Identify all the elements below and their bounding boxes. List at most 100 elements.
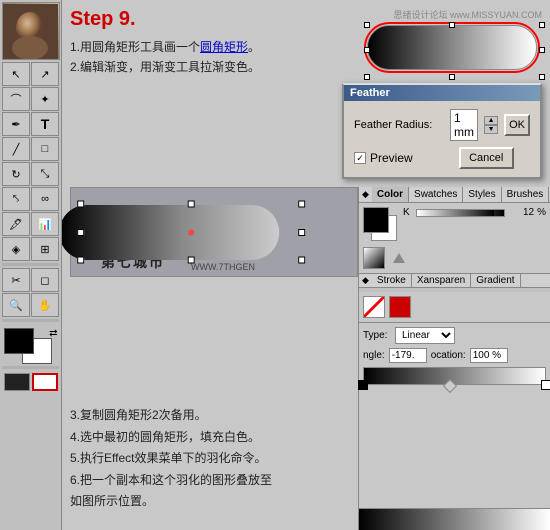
color-panel-arrow[interactable]: ◆	[359, 187, 372, 202]
tool-grid: ↖ ↗ ⌒ ✦ ✒ T ╱ □ ↻ ⤡ ⤣ ∞ 🖋 📊 ◈ ⊞	[2, 62, 59, 261]
foreground-color-swatch[interactable]	[4, 328, 34, 354]
right-panels: ◆ Color Swatches Styles Brushes K	[358, 187, 550, 399]
gradient-small-row	[363, 247, 546, 269]
stroke-arrow[interactable]: ◆	[359, 274, 372, 287]
instruction-line-6: 6.把一个副本和这个羽化的图形叠放至	[70, 470, 350, 492]
fill-indicator	[4, 373, 30, 391]
scale-tool[interactable]: ⤡	[31, 162, 59, 186]
gradient-tool[interactable]: ◈	[2, 237, 30, 261]
tab-color[interactable]: Color	[372, 187, 409, 202]
gradient-type-select[interactable]: Linear	[395, 327, 455, 344]
fg-swatch-small[interactable]	[363, 207, 389, 233]
radius-spinner[interactable]: ▲ ▼	[484, 116, 498, 134]
direct-select-tool[interactable]: ↗	[31, 62, 59, 86]
k-value: 12	[508, 207, 534, 218]
spinner-down[interactable]: ▼	[484, 125, 498, 134]
instruction-line-5: 5.执行Effect效果菜单下的羽化命令。	[70, 448, 350, 470]
gradient-type-row: Type: Linear	[363, 327, 546, 344]
tab-styles[interactable]: Styles	[463, 187, 501, 202]
instruction-line-1: 1.用圆角矩形工具画一个圆角矩形。	[70, 37, 354, 57]
eyedropper-tool[interactable]: 🖋	[2, 212, 30, 236]
blend-tool[interactable]: ∞	[31, 187, 59, 211]
stroke-panel-tabs: ◆ Stroke Xansparen Gradient	[359, 274, 550, 288]
none-swatch[interactable]	[363, 296, 385, 318]
hand-tool[interactable]: ✋	[31, 293, 59, 317]
angle-input[interactable]	[389, 348, 427, 363]
swap-colors-icon[interactable]: ⇄	[49, 328, 57, 339]
handle-tm[interactable]	[188, 201, 195, 208]
zoom-tool[interactable]: 🔍	[2, 293, 30, 317]
k-label: K	[403, 207, 413, 218]
preview-checkbox-row: ✓ Preview	[354, 151, 413, 165]
selection-handles	[77, 201, 305, 264]
tab-swatches[interactable]: Swatches	[409, 187, 463, 202]
anchor-br	[539, 74, 545, 80]
rotate-tool[interactable]: ↻	[2, 162, 30, 186]
anchor-tl	[364, 22, 370, 28]
preview-rounded-rect	[367, 25, 537, 70]
top-section: Step 9. 1.用圆角矩形工具画一个圆角矩形。 2.编辑渐变，用渐变工具拉渐…	[62, 0, 550, 183]
warp-tool[interactable]: ⤣	[2, 187, 30, 211]
rect-tool[interactable]: □	[31, 137, 59, 161]
main-content: Step 9. 1.用圆角矩形工具画一个圆角矩形。 2.编辑渐变，用渐变工具拉渐…	[62, 0, 550, 530]
select-tool[interactable]: ↖	[2, 62, 30, 86]
percent-label: %	[537, 207, 546, 218]
gradient-panel: Type: Linear ngle: ocation:	[359, 323, 550, 399]
en-watermark: WWW.7THGEN	[191, 262, 255, 272]
tab-brushes[interactable]: Brushes	[502, 187, 550, 202]
color-panel-content: K 12 %	[359, 203, 550, 274]
gradient-bar-container	[363, 367, 546, 385]
step-instructions: 1.用圆角矩形工具画一个圆角矩形。 2.编辑渐变，用渐变工具拉渐变色。	[70, 37, 354, 78]
handle-br[interactable]	[298, 257, 305, 264]
spinner-up[interactable]: ▲	[484, 116, 498, 125]
handle-tr[interactable]	[298, 201, 305, 208]
gradient-stop-white[interactable]	[541, 380, 550, 390]
gradient-display	[358, 399, 550, 530]
instruction-line-6b: 如图所示位置。	[70, 491, 350, 513]
pen-tool[interactable]: ✒	[2, 112, 30, 136]
preview-row: ✓ Preview Cancel	[354, 147, 530, 169]
color-sliders: K 12 %	[403, 207, 546, 220]
preview-shape-container	[367, 25, 542, 77]
tab-transparency[interactable]: Xansparen	[412, 274, 471, 287]
dialog-title: Feather	[350, 87, 390, 99]
dialog-titlebar: Feather	[344, 85, 540, 101]
scissors-tool[interactable]: ✂	[2, 268, 30, 292]
handle-tl[interactable]	[77, 201, 84, 208]
location-input[interactable]	[470, 348, 508, 363]
k-slider[interactable]	[416, 209, 505, 217]
handle-mr[interactable]	[298, 229, 305, 236]
handle-ml[interactable]	[77, 229, 84, 236]
preview-checkbox[interactable]: ✓	[354, 152, 366, 164]
lasso-tool[interactable]: ⌒	[2, 87, 30, 111]
tab-stroke[interactable]: Stroke	[372, 274, 412, 287]
mesh-tool[interactable]: ⊞	[31, 237, 59, 261]
cancel-button[interactable]: Cancel	[459, 147, 514, 169]
instruction-line-3: 3.复制圆角矩形2次备用。	[70, 405, 350, 427]
preview-label: Preview	[370, 151, 413, 165]
stroke-panel-content	[359, 292, 550, 323]
angle-label: ngle:	[363, 350, 385, 361]
stroke-indicator	[32, 373, 58, 391]
color-selector: ⇄	[4, 328, 58, 364]
anchor-tr	[539, 22, 545, 28]
eraser-tool[interactable]: ◻	[31, 268, 59, 292]
gradient-stop-black[interactable]	[358, 380, 368, 390]
line-tool[interactable]: ╱	[2, 137, 30, 161]
color-selector-small	[363, 207, 399, 243]
gradient-preview-small	[363, 247, 385, 269]
dialog-content: Feather Radius: 1 mm ▲ ▼ OK ✓ P	[344, 101, 540, 177]
radius-input[interactable]: 1 mm	[450, 109, 478, 141]
handle-bm[interactable]	[188, 257, 195, 264]
bottom-section: 3.复制圆角矩形2次备用。 4.选中最初的圆角矩形，填充白色。 5.执行Effe…	[62, 399, 550, 530]
ok-button[interactable]: OK	[504, 114, 530, 136]
text-tool[interactable]: T	[31, 112, 59, 136]
gradient-bar[interactable]	[363, 367, 546, 385]
red-swatch[interactable]	[389, 296, 411, 318]
anchor-tm	[449, 22, 455, 28]
magic-wand-tool[interactable]: ✦	[31, 87, 59, 111]
graph-tool[interactable]: 📊	[31, 212, 59, 236]
tab-gradient[interactable]: Gradient	[471, 274, 520, 287]
right-panel-bottom	[358, 399, 550, 530]
handle-bl[interactable]	[77, 257, 84, 264]
